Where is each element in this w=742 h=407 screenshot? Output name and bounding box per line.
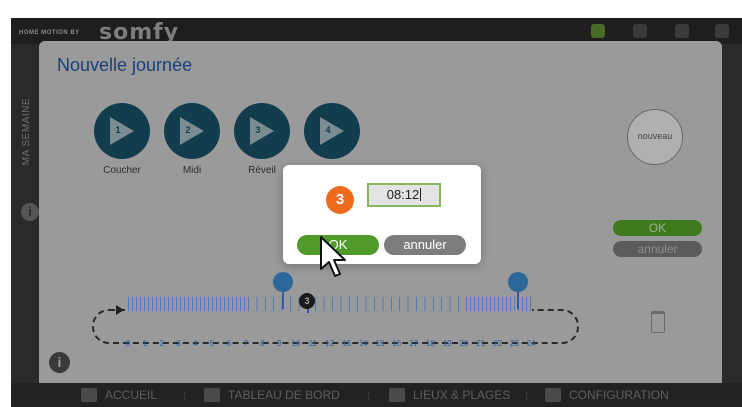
nav-item-configuration[interactable]: CONFIGURATION (545, 388, 669, 402)
hour-label: 21 (476, 339, 486, 348)
scene-number: 1 (115, 125, 121, 135)
hour-label: 22 (493, 339, 503, 348)
nav-item-tableau-de-bord[interactable]: TABLEAU DE BORD (204, 388, 340, 402)
time-input[interactable]: 08:12 (367, 183, 441, 207)
scene-item-4[interactable]: 4 (304, 103, 360, 165)
nav-separator: ⁞ (183, 389, 187, 403)
dashboard-icon (204, 388, 220, 402)
hour-label: 12 (325, 339, 335, 348)
screen: HOME MOTION BY somfy MA SEMAINE i Nouvel… (0, 0, 742, 407)
gear-icon (545, 388, 561, 402)
play-scene-button[interactable]: 3 (234, 103, 290, 159)
hatch-segment-day (248, 297, 466, 311)
scene-number: 4 (325, 125, 331, 135)
hour-label: 10 (291, 339, 301, 348)
scene-label: Midi (182, 165, 202, 176)
dialog-cancel-button[interactable]: annuler (384, 235, 466, 255)
hour-label: 8 (260, 339, 265, 348)
user-icon (389, 388, 405, 402)
scene-item-2[interactable]: 2 Midi (164, 103, 220, 176)
sunrise-icon[interactable] (273, 272, 293, 292)
hour-label: 0 (125, 339, 131, 348)
nav-item-lieux-plages[interactable]: LIEUX & PLAGES (389, 388, 510, 402)
hour-labels: 0 1 2 3 4 5 6 7 8 9 10 11 12 13 14 15 16 17 18 19 20 21 22 23 24 (126, 339, 548, 351)
hour-label: 20 (459, 339, 469, 348)
nav-separator: ⁞ (525, 389, 529, 403)
scene-number: 3 (255, 125, 261, 135)
scene-item-3[interactable]: 3 Réveil (234, 103, 290, 176)
nav-label: TABLEAU DE BORD (228, 388, 340, 402)
time-edit-dialog: 3 08:12 OK annuler (283, 165, 481, 264)
hatch-segment-night (466, 297, 532, 311)
hour-label: 17 (409, 339, 419, 348)
hour-label: 6 (226, 339, 232, 348)
scene-item-1[interactable]: 1 Coucher (94, 103, 150, 176)
scene-label: Coucher (103, 165, 141, 176)
page-title: Nouvelle journée (57, 55, 193, 75)
hour-label: 9 (276, 339, 282, 348)
nav-label: LIEUX & PLAGES (413, 388, 511, 402)
nav-label: ACCUEIL (105, 388, 158, 402)
play-scene-button[interactable]: 2 (164, 103, 220, 159)
day-timeline[interactable]: 0 1 2 3 4 5 6 7 8 9 10 11 12 13 14 15 16 17 18 19 20 21 22 23 24… (92, 269, 579, 359)
hour-label: 14 (358, 339, 368, 348)
home-icon (81, 388, 97, 402)
hour-label: 18 (425, 339, 435, 348)
moon-icon[interactable] (508, 272, 528, 292)
hatch-segment-morning (128, 297, 248, 311)
scene-label: Réveil (248, 165, 276, 176)
hour-label: 4 (192, 339, 198, 348)
hour-label: 16 (392, 339, 402, 348)
mouse-cursor-icon (320, 236, 346, 277)
time-value: 08:12 (386, 187, 420, 202)
selected-time-marker[interactable]: 3 (299, 293, 315, 309)
user-icon[interactable] (633, 24, 647, 38)
hour-label: 1 (142, 339, 148, 348)
notification-icon[interactable] (591, 24, 605, 38)
hour-label: 5 (209, 339, 215, 348)
side-label-ma-semaine[interactable]: MA SEMAINE (21, 98, 32, 165)
nav-item-accueil[interactable]: ACCUEIL (81, 388, 157, 402)
text-caret (420, 188, 422, 201)
hour-label: 3 (176, 339, 181, 348)
hour-label: 23 (509, 339, 519, 348)
new-scene-button[interactable]: nouveau (627, 109, 683, 165)
help-icon[interactable] (675, 24, 689, 38)
info-icon[interactable]: i (49, 352, 70, 373)
panel-ok-button[interactable]: OK (613, 220, 702, 236)
close-icon[interactable] (715, 24, 729, 38)
step-badge: 3 (326, 186, 354, 214)
hour-label: 11 (308, 339, 317, 348)
hour-label: 2 (159, 339, 164, 348)
play-scene-button[interactable]: 4 (304, 103, 360, 159)
loop-arrow-icon (116, 305, 124, 315)
nav-label: CONFIGURATION (569, 388, 669, 402)
hour-label: 7 (243, 339, 248, 348)
play-scene-button[interactable]: 1 (94, 103, 150, 159)
timeline-ticks (128, 297, 532, 335)
hour-label: 15 (375, 339, 385, 348)
brand-tagline: HOME MOTION BY (19, 30, 80, 36)
hour-label: 19 (442, 339, 452, 348)
scene-number: 2 (185, 125, 191, 135)
nav-separator: ⁞ (367, 389, 371, 403)
hour-label: 13 (341, 339, 351, 348)
bottom-nav: ACCUEIL ⁞ TABLEAU DE BORD ⁞ LIEUX & PLAG… (11, 383, 742, 407)
hour-label: 24 (526, 339, 536, 348)
side-info-icon[interactable]: i (21, 203, 39, 221)
trash-icon[interactable] (651, 311, 665, 333)
panel-cancel-button[interactable]: annuler (613, 241, 702, 257)
